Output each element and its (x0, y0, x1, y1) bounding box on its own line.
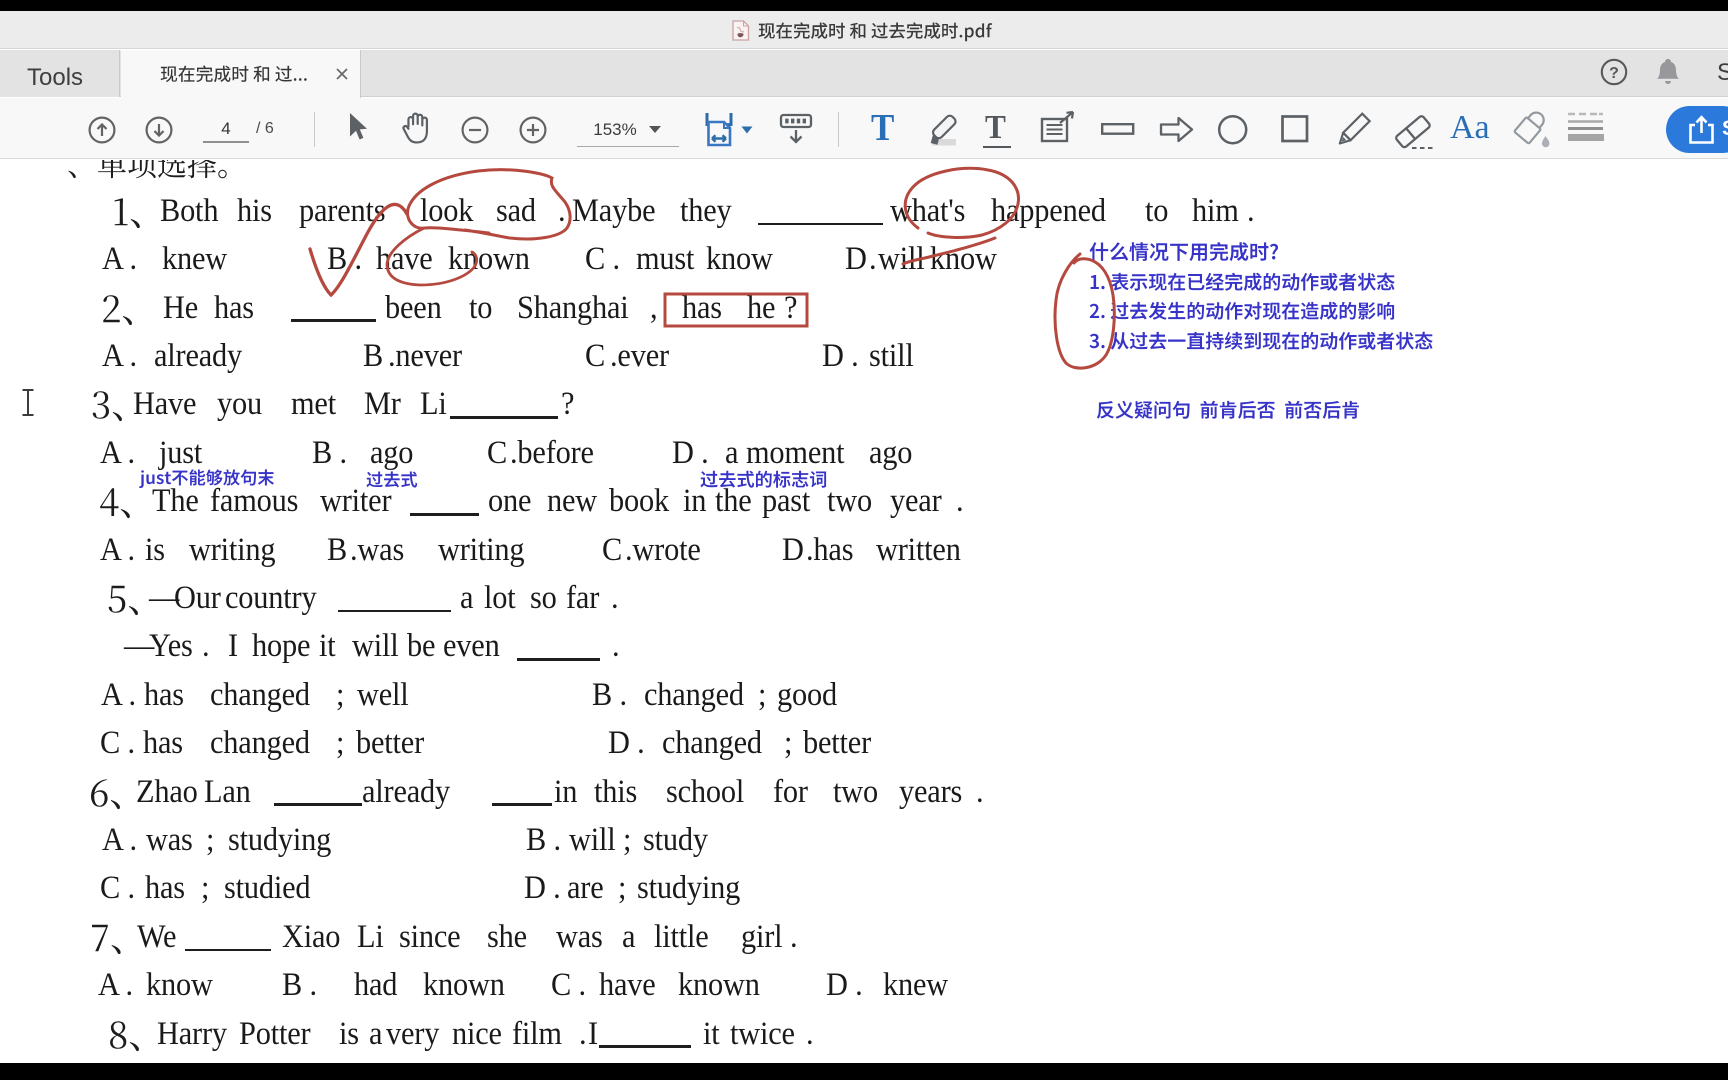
svg-text:?: ? (1609, 65, 1619, 82)
